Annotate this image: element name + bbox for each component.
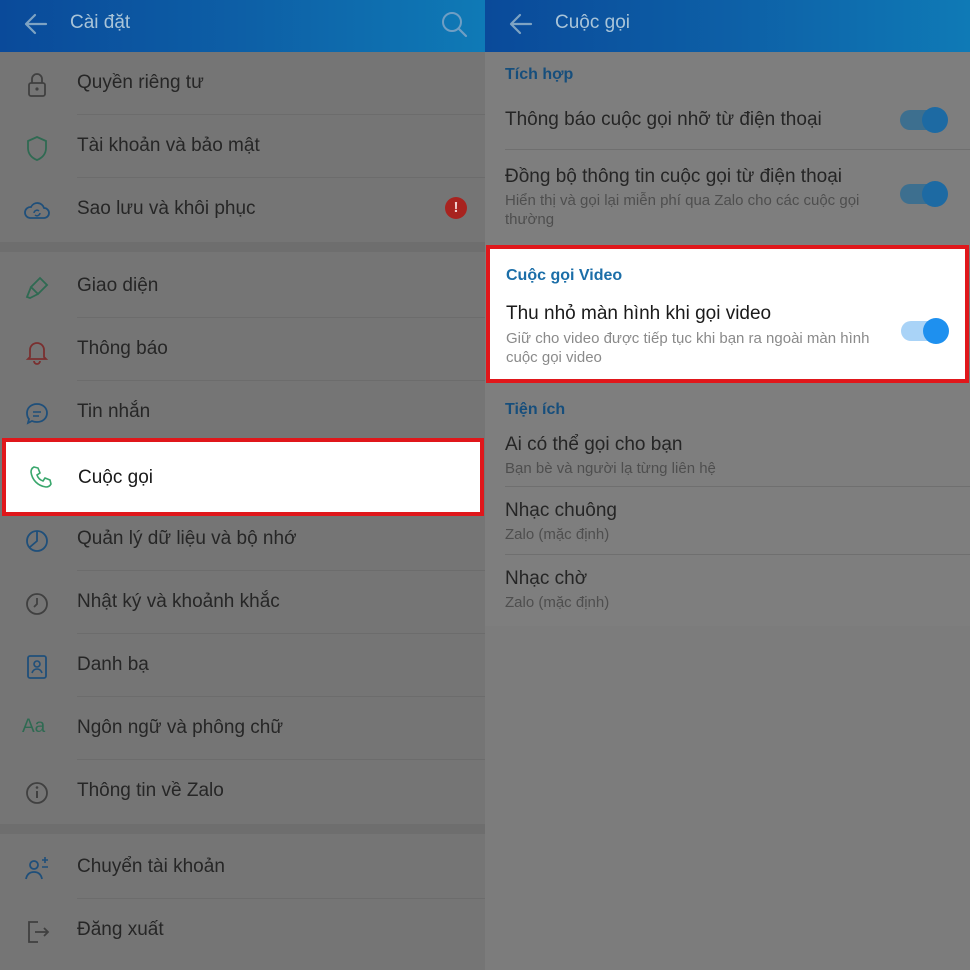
settings-item-about[interactable]: Thông tin về Zalo	[0, 760, 485, 823]
setting-subtitle: Giữ cho video được tiếp tục khi bạn ra n…	[506, 330, 870, 366]
section-title-integration: Tích hợp	[505, 66, 574, 83]
settings-item-label: Cuộc gọi	[78, 467, 153, 488]
info-icon	[26, 782, 48, 804]
logout-icon	[28, 921, 50, 943]
lock-icon	[28, 73, 46, 97]
settings-item-backup[interactable]: Sao lưu và khôi phục !	[0, 178, 485, 241]
settings-item-label: Quyền riêng tư	[77, 72, 204, 93]
setting-title: Thông báo cuộc gọi nhỡ từ điện thoại	[505, 109, 822, 130]
settings-item-privacy[interactable]: Quyền riêng tư	[0, 52, 485, 115]
calls-settings-panel: Cuộc gọi Tích hợp Thông báo cuộc gọi nhỡ…	[485, 0, 970, 970]
toggle-knob	[922, 107, 948, 133]
setting-sync-call-info[interactable]: Đồng bộ thông tin cuộc gọi từ điện thoại…	[485, 150, 970, 240]
back-arrow-icon[interactable]	[22, 10, 50, 38]
setting-missed-call-notification[interactable]: Thông báo cuộc gọi nhỡ từ điện thoại	[485, 92, 970, 150]
settings-item-language-font[interactable]: Aa Ngôn ngữ và phông chữ	[0, 697, 485, 760]
alert-badge: !	[445, 197, 467, 219]
contact-card-icon	[27, 655, 47, 679]
calls-app-bar: Cuộc gọi	[485, 0, 970, 52]
settings-group-session: Chuyển tài khoản Đăng xuất	[0, 834, 485, 970]
setting-title: Nhạc chuông	[505, 500, 617, 521]
setting-subtitle: Zalo (mặc định)	[505, 594, 610, 611]
toggle-knob	[923, 318, 949, 344]
settings-item-messages[interactable]: Tin nhắn	[0, 381, 485, 444]
settings-item-diary[interactable]: Nhật ký và khoảnh khắc	[0, 571, 485, 634]
video-call-section: Cuộc gọi Video Thu nhỏ màn hình khi gọi …	[486, 245, 969, 383]
settings-item-label: Tài khoản và bảo mật	[77, 135, 260, 156]
setting-subtitle: Bạn bè và người lạ từng liên hệ	[505, 460, 716, 477]
settings-item-label: Quản lý dữ liệu và bộ nhớ	[77, 528, 297, 549]
font-aa-icon: Aa	[22, 716, 46, 737]
settings-item-label: Tin nhắn	[77, 401, 151, 422]
setting-title: Đồng bộ thông tin cuộc gọi từ điện thoại	[505, 166, 843, 187]
paint-brush-icon	[25, 276, 49, 299]
settings-item-label: Sao lưu và khôi phục	[77, 198, 256, 219]
settings-item-account-security[interactable]: Tài khoản và bảo mật	[0, 115, 485, 178]
bell-icon	[25, 342, 49, 365]
clock-icon	[26, 593, 48, 615]
settings-item-appearance[interactable]: Giao diện	[0, 255, 485, 318]
settings-app-bar: Cài đặt	[0, 0, 485, 52]
settings-item-label: Đăng xuất	[77, 919, 164, 940]
settings-item-label: Thông tin về Zalo	[77, 780, 224, 801]
section-title-utilities: Tiện ích	[505, 401, 566, 418]
settings-item-logout[interactable]: Đăng xuất	[0, 899, 485, 962]
setting-subtitle: Zalo (mặc định)	[505, 526, 610, 543]
phone-icon	[30, 466, 52, 488]
section-gap	[0, 242, 485, 252]
toggle-knob	[922, 181, 948, 207]
setting-ringback-tone[interactable]: Nhạc chờ Zalo (mặc định)	[485, 555, 970, 623]
setting-ringtone[interactable]: Nhạc chuông Zalo (mặc định)	[485, 487, 970, 555]
setting-title: Thu nhỏ màn hình khi gọi video	[506, 303, 772, 324]
minimize-video-toggle[interactable]	[901, 318, 949, 344]
search-icon[interactable]	[439, 9, 469, 39]
cloud-sync-icon	[24, 202, 50, 219]
settings-item-label: Nhật ký và khoảnh khắc	[77, 591, 280, 612]
shield-icon	[27, 136, 47, 161]
setting-title: Ai có thể gọi cho bạn	[505, 434, 683, 455]
sync-call-toggle[interactable]	[900, 181, 948, 207]
setting-who-can-call[interactable]: Ai có thể gọi cho bạn Bạn bè và người lạ…	[485, 424, 970, 487]
page-title: Cài đặt	[70, 12, 131, 33]
setting-title: Nhạc chờ	[505, 568, 588, 589]
section-title-video-call: Cuộc gọi Video	[506, 267, 623, 284]
back-arrow-icon[interactable]	[507, 10, 535, 38]
chat-bubble-icon	[26, 403, 48, 425]
settings-item-notifications[interactable]: Thông báo	[0, 318, 485, 381]
settings-panel: Cài đặt Quyền riêng tư Tài khoản và bảo …	[0, 0, 485, 970]
missed-call-toggle[interactable]	[900, 107, 948, 133]
settings-group-general: Giao diện Thông báo Tin nhắn Quản lý dữ …	[0, 252, 485, 824]
settings-item-label: Giao diện	[77, 275, 159, 296]
page-title: Cuộc gọi	[555, 12, 630, 33]
section-gap	[0, 824, 485, 834]
settings-group-account: Quyền riêng tư Tài khoản và bảo mật Sao …	[0, 52, 485, 242]
pie-chart-icon	[26, 530, 48, 552]
settings-item-calls[interactable]: Cuộc gọi	[2, 438, 484, 516]
settings-item-label: Ngôn ngữ và phông chữ	[77, 717, 284, 738]
settings-item-contacts[interactable]: Danh bạ	[0, 634, 485, 697]
switch-account-icon	[25, 857, 48, 880]
empty-area	[485, 626, 970, 970]
settings-item-data-storage[interactable]: Quản lý dữ liệu và bộ nhớ	[0, 508, 485, 571]
settings-item-switch-account[interactable]: Chuyển tài khoản	[0, 836, 485, 899]
settings-item-label: Thông báo	[77, 338, 168, 359]
setting-subtitle: Hiển thị và gọi lại miễn phí qua Zalo ch…	[505, 192, 860, 228]
settings-item-label: Danh bạ	[77, 654, 149, 675]
settings-item-label: Chuyển tài khoản	[77, 856, 225, 877]
